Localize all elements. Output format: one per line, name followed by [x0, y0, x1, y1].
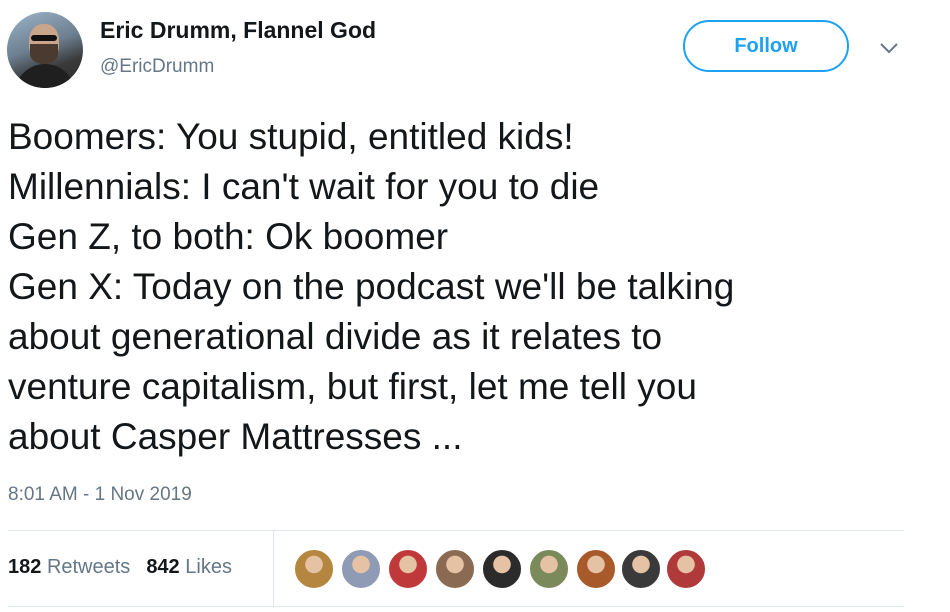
liker-avatar[interactable]	[293, 548, 335, 590]
tweet-line: Gen X: Today on the podcast we'll be tal…	[8, 266, 735, 307]
retweets-label: Retweets	[46, 556, 131, 578]
author-name[interactable]: Eric Drumm, Flannel God	[100, 17, 376, 44]
avatar-beard	[30, 44, 58, 64]
liker-avatar[interactable]	[620, 548, 662, 590]
chevron-down-icon[interactable]	[878, 40, 900, 56]
avatar-sunglasses	[31, 35, 57, 41]
liker-avatar[interactable]	[575, 548, 617, 590]
liker-avatar[interactable]	[481, 548, 523, 590]
follow-button[interactable]: Follow	[683, 20, 849, 72]
tweet-text: Boomers: You stupid, entitled kids! Mill…	[8, 112, 928, 462]
author-handle[interactable]: @EricDrumm	[100, 56, 214, 78]
likes-stat[interactable]: 842 Likes	[146, 556, 232, 579]
avatar-body	[15, 64, 75, 88]
likes-count: 842	[146, 556, 180, 578]
liker-avatar[interactable]	[340, 548, 382, 590]
retweets-stat[interactable]: 182 Retweets	[8, 556, 130, 579]
liker-avatar[interactable]	[528, 548, 570, 590]
tweet-line: venture capitalism, but first, let me te…	[8, 366, 697, 407]
liker-avatar[interactable]	[387, 548, 429, 590]
retweets-count: 182	[8, 556, 42, 578]
tweet-line: about generational divide as it relates …	[8, 316, 663, 357]
tweet-line: Millennials: I can't wait for you to die	[8, 166, 600, 207]
stats-divider	[273, 531, 274, 606]
author-avatar[interactable]	[7, 12, 83, 88]
divider	[8, 530, 904, 531]
liker-avatar[interactable]	[665, 548, 707, 590]
likes-label: Likes	[185, 556, 232, 578]
tweet-line: Gen Z, to both: Ok boomer	[8, 216, 449, 257]
tweet-line: about Casper Mattresses ...	[8, 416, 463, 457]
tweet-timestamp[interactable]: 8:01 AM - 1 Nov 2019	[8, 484, 192, 506]
engagement-stats: 182 Retweets 842 Likes	[8, 556, 232, 579]
liker-avatar[interactable]	[434, 548, 476, 590]
divider	[8, 606, 904, 607]
tweet-line: Boomers: You stupid, entitled kids!	[8, 116, 574, 157]
